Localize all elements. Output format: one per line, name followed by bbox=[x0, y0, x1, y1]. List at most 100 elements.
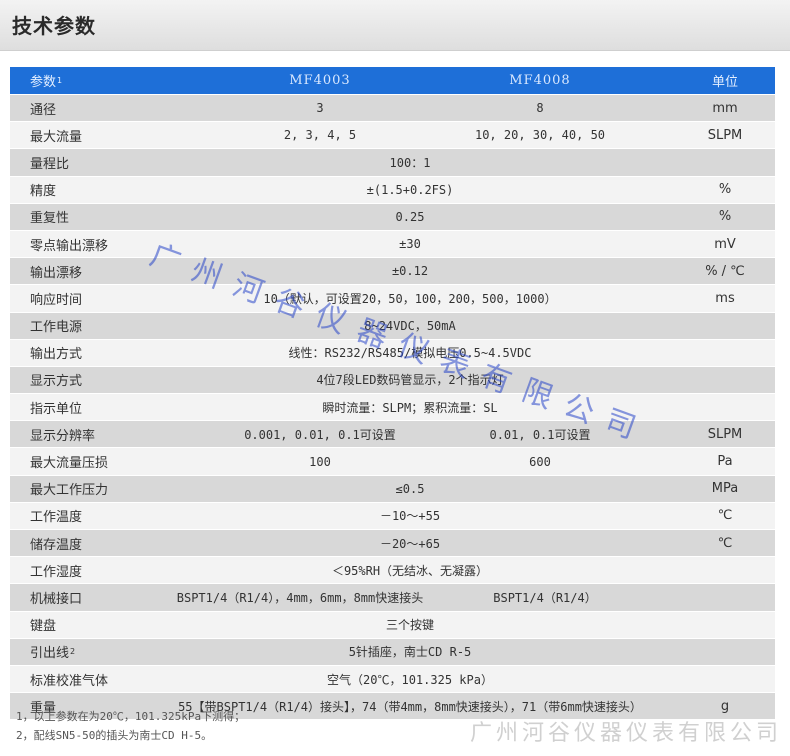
param-cell: 通径 bbox=[30, 95, 260, 121]
unit-cell bbox=[675, 612, 775, 638]
header-param: 参数 1 bbox=[30, 67, 260, 94]
table-row: 显示方式 4位7段LED数码管显示，2个指示灯 bbox=[10, 366, 775, 395]
value-cell-mf4003: BSPT1/4（R1/4），4mm，6mm，8mm快速接头 bbox=[176, 590, 424, 605]
value-cell-shared: ±(1.5+0.2FS) bbox=[366, 182, 454, 197]
value-cell-shared: 8~24VDC，50mA bbox=[364, 319, 456, 334]
param-label: 工作电源 bbox=[30, 320, 83, 336]
table-row: 零点输出漂移 ±30 mV bbox=[10, 230, 775, 259]
value-cell-mf4008: 10, 20, 30, 40, 50 bbox=[474, 128, 606, 143]
param-label: 最大流量压损 bbox=[30, 456, 109, 472]
value-cell-shared: 4位7段LED数码管显示，2个指示灯 bbox=[316, 373, 504, 388]
unit-cell bbox=[675, 367, 775, 393]
unit-cell bbox=[675, 394, 775, 420]
value-cell-mf4008: 0.01, 0.1可设置 bbox=[489, 427, 591, 442]
param-label: 键盘 bbox=[30, 619, 57, 635]
param-label: 零点输出漂移 bbox=[30, 238, 109, 254]
unit-cell: SLPM bbox=[707, 426, 743, 442]
footnote-2: 2，配线SN5-50的插头为南士CD H-5。 bbox=[16, 729, 213, 742]
value-cell-shared: 10（默认，可设置20，50，100，200，500，1000） bbox=[263, 291, 557, 306]
value-cell-shared: 100：1 bbox=[389, 155, 431, 170]
param-label: 通径 bbox=[30, 102, 57, 118]
header-mf4003: MF4003 bbox=[289, 73, 351, 88]
unit-cell: mm bbox=[712, 100, 738, 116]
param-cell: 最大流量压损 bbox=[30, 448, 260, 474]
unit-cell: Pa bbox=[717, 454, 733, 470]
table-row: 通径 3 8 mm bbox=[10, 95, 775, 123]
param-label: 量程比 bbox=[30, 156, 70, 172]
value-cell-shared: 5针插座，南士CD R-5 bbox=[348, 645, 472, 660]
unit-cell: % bbox=[718, 209, 732, 225]
param-cell: 最大流量 bbox=[30, 122, 260, 148]
unit-cell: ms bbox=[715, 290, 735, 306]
param-cell: 显示分辨率 bbox=[30, 421, 260, 447]
table-row: 引出线 2 5针插座，南士CD R-5 bbox=[10, 638, 775, 666]
unit-cell bbox=[675, 557, 775, 583]
value-cell-mf4003: 3 bbox=[316, 101, 324, 116]
unit-cell: ℃ bbox=[717, 535, 733, 551]
table-row: 指示单位 瞬时流量：SLPM；累积流量：SL bbox=[10, 394, 775, 422]
param-label: 最大工作压力 bbox=[30, 483, 109, 499]
unit-cell: SLPM bbox=[707, 127, 743, 143]
unit-cell bbox=[675, 340, 775, 366]
table-row: 量程比 100：1 bbox=[10, 149, 775, 177]
unit-cell: % bbox=[718, 182, 732, 198]
value-cell-shared: －10～+55 bbox=[379, 509, 441, 524]
param-label: 工作温度 bbox=[30, 510, 83, 526]
table-row: 输出方式 线性：RS232/RS485/模拟电压0.5~4.5VDC bbox=[10, 339, 775, 367]
table-header-row: 参数 1 MF4003 MF4008 单位 bbox=[10, 67, 775, 95]
unit-cell: mV bbox=[714, 236, 736, 252]
param-label: 引出线 bbox=[30, 646, 70, 662]
table-row: 输出漂移 ±0.12 % / ℃ bbox=[10, 258, 775, 286]
table-row: 键盘 三个按键 bbox=[10, 611, 775, 639]
footnote-1: 1，以上参数在为20℃，101.325kPa下测得； bbox=[16, 710, 246, 723]
table-row: 工作电源 8~24VDC，50mA bbox=[10, 312, 775, 340]
table-row: 响应时间 10（默认，可设置20，50，100，200，500，1000） ms bbox=[10, 285, 775, 313]
value-cell-mf4003: 2, 3, 4, 5 bbox=[283, 128, 357, 143]
unit-cell: % / ℃ bbox=[705, 263, 745, 279]
table-row: 最大流量压损 100 600 Pa bbox=[10, 448, 775, 476]
param-label: 最大流量 bbox=[30, 129, 83, 145]
unit-cell: MPa bbox=[711, 481, 739, 497]
value-cell-shared: －20～+65 bbox=[379, 536, 441, 551]
table-row: 最大工作压力 ≤0.5 MPa bbox=[10, 475, 775, 503]
param-label: 标准校准气体 bbox=[30, 673, 109, 689]
param-label: 重复性 bbox=[30, 211, 70, 227]
value-cell-shared: ≤0.5 bbox=[395, 481, 425, 496]
table-row: 最大流量 2, 3, 4, 5 10, 20, 30, 40, 50 SLPM bbox=[10, 122, 775, 150]
value-cell-shared: ＜95%RH（无结冰、无凝露） bbox=[331, 563, 489, 578]
unit-cell bbox=[675, 313, 775, 339]
table-row: 标准校准气体 空气（20℃，101.325 kPa） bbox=[10, 665, 775, 694]
unit-cell: ℃ bbox=[717, 508, 733, 524]
spec-table: 参数 1 MF4003 MF4008 单位 通径 3 8 mm 最大流量 2, 3, 4, … bbox=[10, 67, 775, 721]
param-label: 显示分辨率 bbox=[30, 428, 96, 444]
table-body: 通径 3 8 mm 最大流量 2, 3, 4, 5 10, 20, 30, 40, 50 SL… bbox=[10, 95, 775, 721]
value-cell-mf4003: 0.001, 0.01, 0.1可设置 bbox=[244, 427, 396, 442]
unit-cell bbox=[675, 149, 775, 175]
value-cell-shared: 线性：RS232/RS485/模拟电压0.5~4.5VDC bbox=[288, 346, 532, 361]
header-unit: 单位 bbox=[711, 75, 738, 90]
footnote-mark: 2 bbox=[70, 647, 76, 657]
value-cell-shared: 三个按键 bbox=[385, 618, 434, 633]
value-cell-shared: 瞬时流量：SLPM；累积流量：SL bbox=[322, 400, 498, 415]
value-cell-shared: ±30 bbox=[399, 237, 421, 252]
value-cell-shared: 空气（20℃，101.325 kPa） bbox=[327, 672, 493, 687]
value-cell-mf4008: 8 bbox=[536, 101, 544, 116]
section-title: 技术参数 bbox=[12, 14, 96, 38]
section-title-bar: 技术参数 bbox=[0, 0, 790, 51]
header-param-label: 参数 bbox=[30, 75, 57, 90]
param-label: 指示单位 bbox=[30, 401, 83, 417]
value-cell-shared: ±0.12 bbox=[391, 264, 429, 279]
value-cell-mf4003: 100 bbox=[309, 454, 331, 469]
table-row: 工作湿度 ＜95%RH（无结冰、无凝露） bbox=[10, 557, 775, 585]
param-label: 响应时间 bbox=[30, 292, 83, 308]
table-row: 机械接口 BSPT1/4（R1/4），4mm，6mm，8mm快速接头 BSPT1/4… bbox=[10, 584, 775, 612]
param-label: 精度 bbox=[30, 184, 57, 200]
table-row: 储存温度 －20～+65 ℃ bbox=[10, 530, 775, 558]
param-label: 显示方式 bbox=[30, 374, 83, 390]
unit-cell bbox=[675, 666, 775, 692]
unit-cell bbox=[675, 584, 775, 610]
param-label: 机械接口 bbox=[30, 591, 83, 607]
table-row: 工作温度 －10～+55 ℃ bbox=[10, 502, 775, 530]
footnote-mark: 1 bbox=[57, 76, 63, 85]
value-cell-shared: 0.25 bbox=[395, 209, 425, 224]
